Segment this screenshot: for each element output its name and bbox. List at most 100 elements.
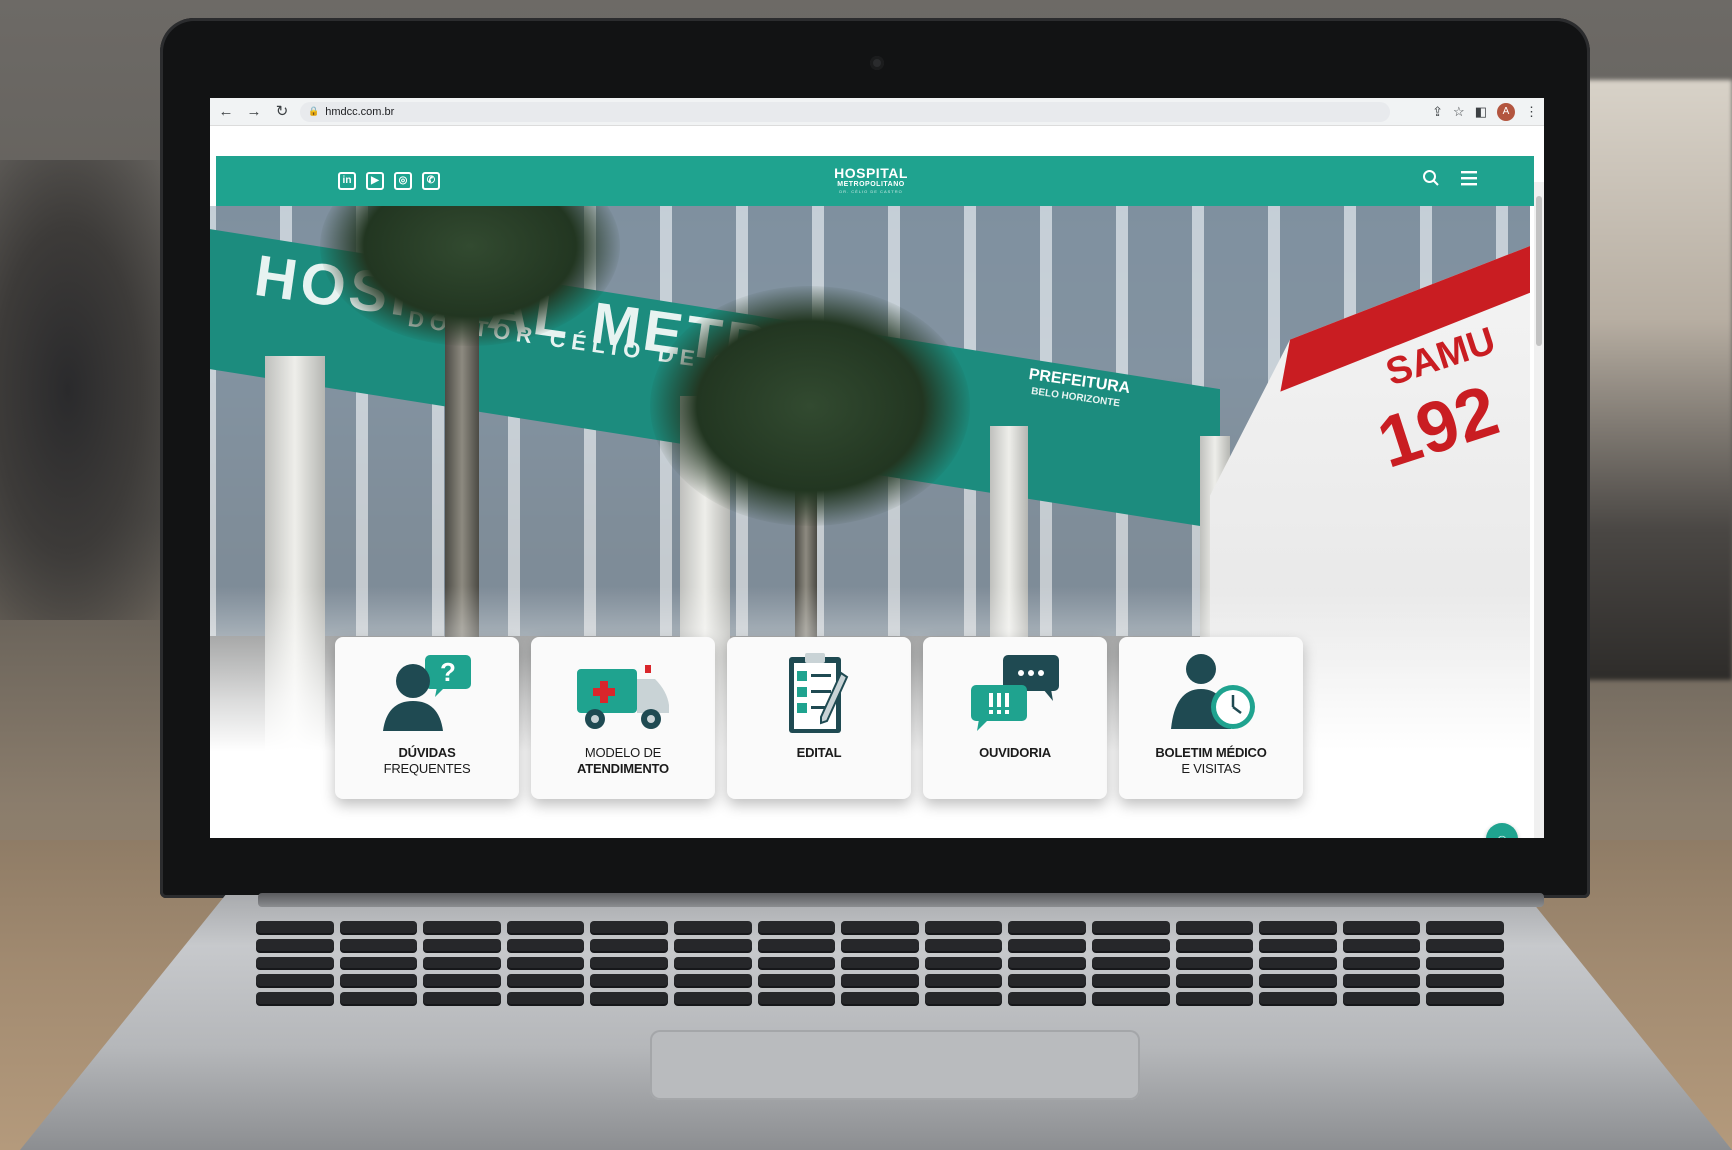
address-bar[interactable]: 🔒 hmdcc.com.br xyxy=(300,101,1390,122)
keyboard-key xyxy=(256,921,334,933)
laptop-trackpad xyxy=(650,1030,1140,1100)
keyboard-key xyxy=(423,974,501,987)
phone-icon[interactable]: ✆ xyxy=(422,172,440,190)
laptop-screen: ← → ↻ 🔒 hmdcc.com.br ⇪ ☆ ◧ A ⋮ HOSPITAL … xyxy=(210,98,1544,838)
keyboard-key xyxy=(1175,956,1254,969)
keyboard-key xyxy=(1175,974,1254,987)
ambulance-icon xyxy=(577,665,669,729)
card-label: MODELO DE ATENDIMENTO xyxy=(577,745,669,776)
keyboard-key xyxy=(1426,992,1504,1004)
keyboard-key xyxy=(590,921,668,933)
browser-menu-icon[interactable]: ⋮ xyxy=(1525,104,1538,120)
keyboard-key xyxy=(673,938,752,951)
site-logo[interactable]: HOSPITAL METROPOLITANO DR. CÉLIO DE CAST… xyxy=(816,166,926,195)
scrollbar-thumb[interactable] xyxy=(1536,196,1542,346)
laptop-keyboard xyxy=(250,915,1510,1010)
keyboard-key xyxy=(1175,992,1254,1004)
profile-avatar[interactable]: A xyxy=(1497,102,1515,121)
bookmark-star-icon[interactable]: ☆ xyxy=(1453,104,1465,120)
keyboard-key xyxy=(1426,956,1504,969)
keyboard-key xyxy=(924,974,1003,987)
keyboard-key xyxy=(1008,956,1086,969)
hamburger-menu-icon[interactable] xyxy=(1458,169,1480,191)
keyboard-key xyxy=(339,938,418,951)
svg-text:?: ? xyxy=(440,657,456,687)
logo-line3: DR. CÉLIO DE CASTRO xyxy=(839,189,903,194)
keyboard-key xyxy=(924,921,1003,933)
faq-person-icon: ? xyxy=(383,655,471,731)
linkedin-icon[interactable]: in xyxy=(338,172,356,190)
keyboard-key xyxy=(1342,921,1421,933)
keyboard-key xyxy=(757,921,836,933)
side-panel-icon[interactable]: ◧ xyxy=(1475,104,1487,120)
youtube-icon[interactable]: ▶ xyxy=(366,172,384,190)
keyboard-key xyxy=(841,956,919,969)
keyboard-key xyxy=(1091,992,1170,1004)
page-scrollbar[interactable] xyxy=(1534,182,1544,838)
logo-line1: HOSPITAL xyxy=(834,165,908,181)
keyboard-key xyxy=(757,974,836,987)
card-duvidas-frequentes[interactable]: ? DÚVIDAS FREQUENTES xyxy=(335,637,519,799)
keyboard-key xyxy=(841,974,919,987)
card-label: DÚVIDAS FREQUENTES xyxy=(383,745,471,776)
card-label: EDITAL xyxy=(796,745,842,760)
keyboard-key xyxy=(841,992,919,1004)
share-icon[interactable]: ⇪ xyxy=(1432,104,1443,120)
keyboard-key xyxy=(1008,974,1086,987)
card-boletim-medico[interactable]: BOLETIM MÉDICO E VISITAS xyxy=(1119,637,1303,799)
keyboard-key xyxy=(673,992,752,1004)
keyboard-key xyxy=(256,956,334,969)
keyboard-key xyxy=(590,938,668,951)
card-ouvidoria[interactable]: OUVIDORIA xyxy=(923,637,1107,799)
keyboard-key xyxy=(339,992,418,1004)
keyboard-key xyxy=(924,938,1003,951)
keyboard-key xyxy=(673,974,752,987)
keyboard-key xyxy=(506,992,585,1004)
laptop-hinge xyxy=(258,893,1544,907)
keyboard-key xyxy=(1259,992,1337,1004)
site-header: in ▶ ◎ ✆ HOSPITAL METROPOLITANO DR. CÉLI… xyxy=(216,156,1534,206)
keyboard-key xyxy=(256,938,334,951)
clipboard-checklist-icon xyxy=(789,653,849,733)
keyboard-key xyxy=(757,992,836,1004)
webcam xyxy=(870,56,884,70)
card-modelo-atendimento[interactable]: MODELO DE ATENDIMENTO xyxy=(531,637,715,799)
keyboard-key xyxy=(1091,956,1170,969)
person-clock-icon xyxy=(1171,654,1255,729)
keyboard-key xyxy=(339,956,418,969)
web-page: HOSPITAL METRO DOUTOR CÉLIO DE CAST PREF… xyxy=(210,126,1544,838)
keyboard-key xyxy=(590,992,668,1004)
keyboard-key xyxy=(339,921,418,933)
social-links: in ▶ ◎ ✆ xyxy=(338,172,440,190)
card-edital[interactable]: EDITAL xyxy=(727,637,911,799)
keyboard-key xyxy=(1426,921,1504,933)
reload-icon[interactable]: ↻ xyxy=(272,102,292,122)
instagram-icon[interactable]: ◎ xyxy=(394,172,412,190)
keyboard-key xyxy=(256,974,334,987)
palm-leaves xyxy=(650,286,970,526)
keyboard-key xyxy=(423,938,501,951)
card-label: BOLETIM MÉDICO E VISITAS xyxy=(1155,745,1267,776)
browser-toolbar: ← → ↻ 🔒 hmdcc.com.br ⇪ ☆ ◧ A ⋮ xyxy=(210,98,1544,126)
keyboard-key xyxy=(1342,956,1421,969)
keyboard-key xyxy=(1259,974,1337,987)
keyboard-key xyxy=(1342,938,1421,951)
keyboard-key xyxy=(1426,938,1504,951)
keyboard-key xyxy=(1426,974,1504,987)
search-icon[interactable] xyxy=(1420,169,1442,191)
keyboard-key xyxy=(1342,992,1421,1004)
background-blur-left xyxy=(0,160,170,620)
back-icon[interactable]: ← xyxy=(216,102,236,122)
forward-icon[interactable]: → xyxy=(244,102,264,122)
keyboard-key xyxy=(1091,938,1170,951)
keyboard-key xyxy=(1342,974,1421,987)
keyboard-key xyxy=(841,921,919,933)
card-label: OUVIDORIA xyxy=(979,745,1051,760)
keyboard-key xyxy=(423,992,501,1004)
keyboard-key xyxy=(1091,921,1170,933)
chat-bubbles-icon xyxy=(971,655,1059,731)
chat-widget-icon[interactable]: ☺ xyxy=(1486,823,1518,838)
keyboard-key xyxy=(673,921,752,933)
keyboard-key xyxy=(924,992,1003,1004)
keyboard-key xyxy=(506,956,585,969)
